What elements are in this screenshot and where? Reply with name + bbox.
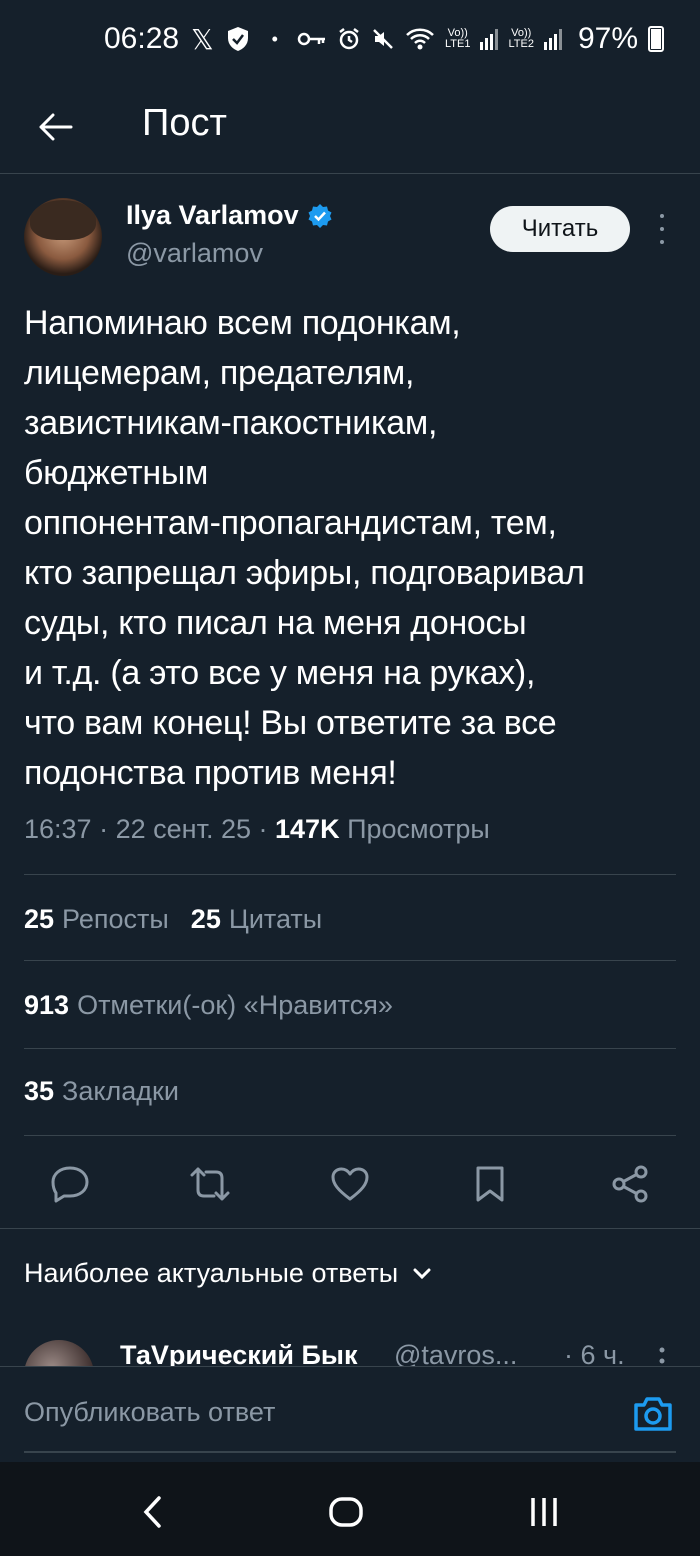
nav-home-icon xyxy=(329,1497,363,1527)
meta-sep-2: · xyxy=(258,814,268,844)
post-text: Напоминаю всем подонкам, лицемерам, пред… xyxy=(24,304,585,792)
composer-underline xyxy=(24,1451,676,1453)
quotes-stat[interactable]: 25 Цитаты xyxy=(191,904,322,935)
reposts-count: 25 xyxy=(24,904,55,934)
meta-sep-1: · xyxy=(99,814,109,844)
reposts-stat[interactable]: 25 Репосты xyxy=(24,904,169,935)
wifi-icon xyxy=(405,27,435,51)
author-name-row[interactable]: Ilya Varlamov xyxy=(126,200,333,231)
verified-badge-icon xyxy=(308,203,332,228)
likes-count: 913 xyxy=(24,990,70,1020)
share-icon xyxy=(612,1165,648,1203)
avatar[interactable] xyxy=(24,198,102,276)
replies-header-label: Наиболее актуальные ответы xyxy=(24,1258,399,1288)
page-title: Пост xyxy=(142,102,227,144)
reply-composer: Опубликовать ответ xyxy=(0,1366,700,1462)
post-date: 22 сент. 25 xyxy=(115,814,251,844)
back-button[interactable] xyxy=(30,102,80,152)
shield-icon xyxy=(226,26,250,52)
reply-more-icon[interactable] xyxy=(658,1346,666,1366)
action-bar xyxy=(24,1136,676,1228)
bookmarks-label: Закладки xyxy=(62,1076,179,1106)
divider xyxy=(24,1048,676,1049)
battery-percent: 97% xyxy=(577,22,638,55)
reply-author-handle: @tavros... xyxy=(394,1340,518,1366)
repost-button[interactable] xyxy=(188,1162,232,1206)
arrow-left-icon xyxy=(39,113,73,141)
status-right: Vo)) LTE1 Vo)) LTE2 97% xyxy=(297,22,664,56)
nav-back-icon xyxy=(143,1496,161,1528)
bookmarks-count: 35 xyxy=(24,1076,55,1106)
signal-bars-1-icon xyxy=(480,28,499,50)
retweet-icon xyxy=(190,1167,230,1201)
key-icon xyxy=(297,31,327,47)
reply-time: · 6 ч. xyxy=(564,1340,625,1366)
x-logo-icon: 𝕏 xyxy=(191,23,214,55)
quotes-label: Цитаты xyxy=(228,904,323,934)
bookmark-icon xyxy=(476,1166,504,1202)
reposts-label: Репосты xyxy=(62,904,169,934)
divider xyxy=(24,874,676,875)
more-options-icon[interactable] xyxy=(652,214,672,244)
signal-icon-1: Vo)) LTE1 xyxy=(445,28,470,50)
likes-row[interactable]: 913 Отметки(-ок) «Нравится» xyxy=(24,990,393,1021)
bookmarks-stat[interactable]: 35 Закладки xyxy=(24,1076,179,1107)
reply-avatar[interactable] xyxy=(24,1340,94,1366)
share-button[interactable] xyxy=(608,1162,652,1206)
quotes-count: 25 xyxy=(190,904,221,934)
like-icon xyxy=(331,1167,369,1201)
section-divider xyxy=(0,1228,700,1229)
lte1-label: LTE1 xyxy=(444,38,471,50)
camera-icon[interactable] xyxy=(632,1395,674,1433)
likes-stat[interactable]: 913 Отметки(-ок) «Нравится» xyxy=(24,990,393,1021)
views-label: Просмотры xyxy=(347,814,490,844)
bookmarks-row[interactable]: 35 Закладки xyxy=(24,1076,179,1107)
chevron-down-icon xyxy=(413,1268,431,1279)
views-count: 147K xyxy=(275,814,340,844)
system-nav-bar xyxy=(0,1462,700,1556)
like-button[interactable] xyxy=(328,1162,372,1206)
author-name: Ilya Varlamov xyxy=(126,200,299,230)
reply-item[interactable]: ТаVрический Бык @tavros... · 6 ч. xyxy=(0,1326,700,1366)
follow-button[interactable]: Читать xyxy=(490,206,630,252)
notification-dot: • xyxy=(271,28,278,49)
post-time: 16:37 xyxy=(24,814,92,844)
nav-home-button[interactable] xyxy=(326,1492,366,1532)
mute-icon xyxy=(371,27,395,51)
status-left: 06:28 𝕏 • xyxy=(104,22,278,56)
battery-icon xyxy=(648,26,664,52)
signal-icon-2: Vo)) LTE2 xyxy=(508,28,533,50)
reply-icon xyxy=(51,1166,89,1203)
nav-recents-icon xyxy=(531,1498,557,1526)
divider xyxy=(24,960,676,961)
signal-bars-2-icon xyxy=(543,28,562,50)
reply-button[interactable] xyxy=(48,1162,92,1206)
reply-input[interactable]: Опубликовать ответ xyxy=(24,1397,275,1428)
bookmark-button[interactable] xyxy=(468,1162,512,1206)
status-time: 06:28 xyxy=(104,22,180,55)
alarm-icon xyxy=(337,27,361,51)
reply-author-name: ТаVрический Бык xyxy=(120,1340,358,1366)
status-bar: 06:28 𝕏 • Vo)) LTE1 Vo)) LTE2 97% xyxy=(0,0,700,84)
replies-sort-dropdown[interactable]: Наиболее актуальные ответы xyxy=(24,1258,432,1289)
repost-quote-row: 25 Репосты 25 Цитаты xyxy=(24,904,322,935)
lte2-label: LTE2 xyxy=(508,38,534,50)
nav-recents-button[interactable] xyxy=(524,1492,564,1532)
post-meta: 16:37 · 22 сент. 25 · 147K Просмотры xyxy=(24,814,490,845)
author-handle[interactable]: @varlamov xyxy=(126,238,263,269)
top-bar: Пост xyxy=(0,84,700,174)
likes-label: Отметки(-ок) «Нравится» xyxy=(77,990,393,1020)
nav-back-button[interactable] xyxy=(132,1492,172,1532)
